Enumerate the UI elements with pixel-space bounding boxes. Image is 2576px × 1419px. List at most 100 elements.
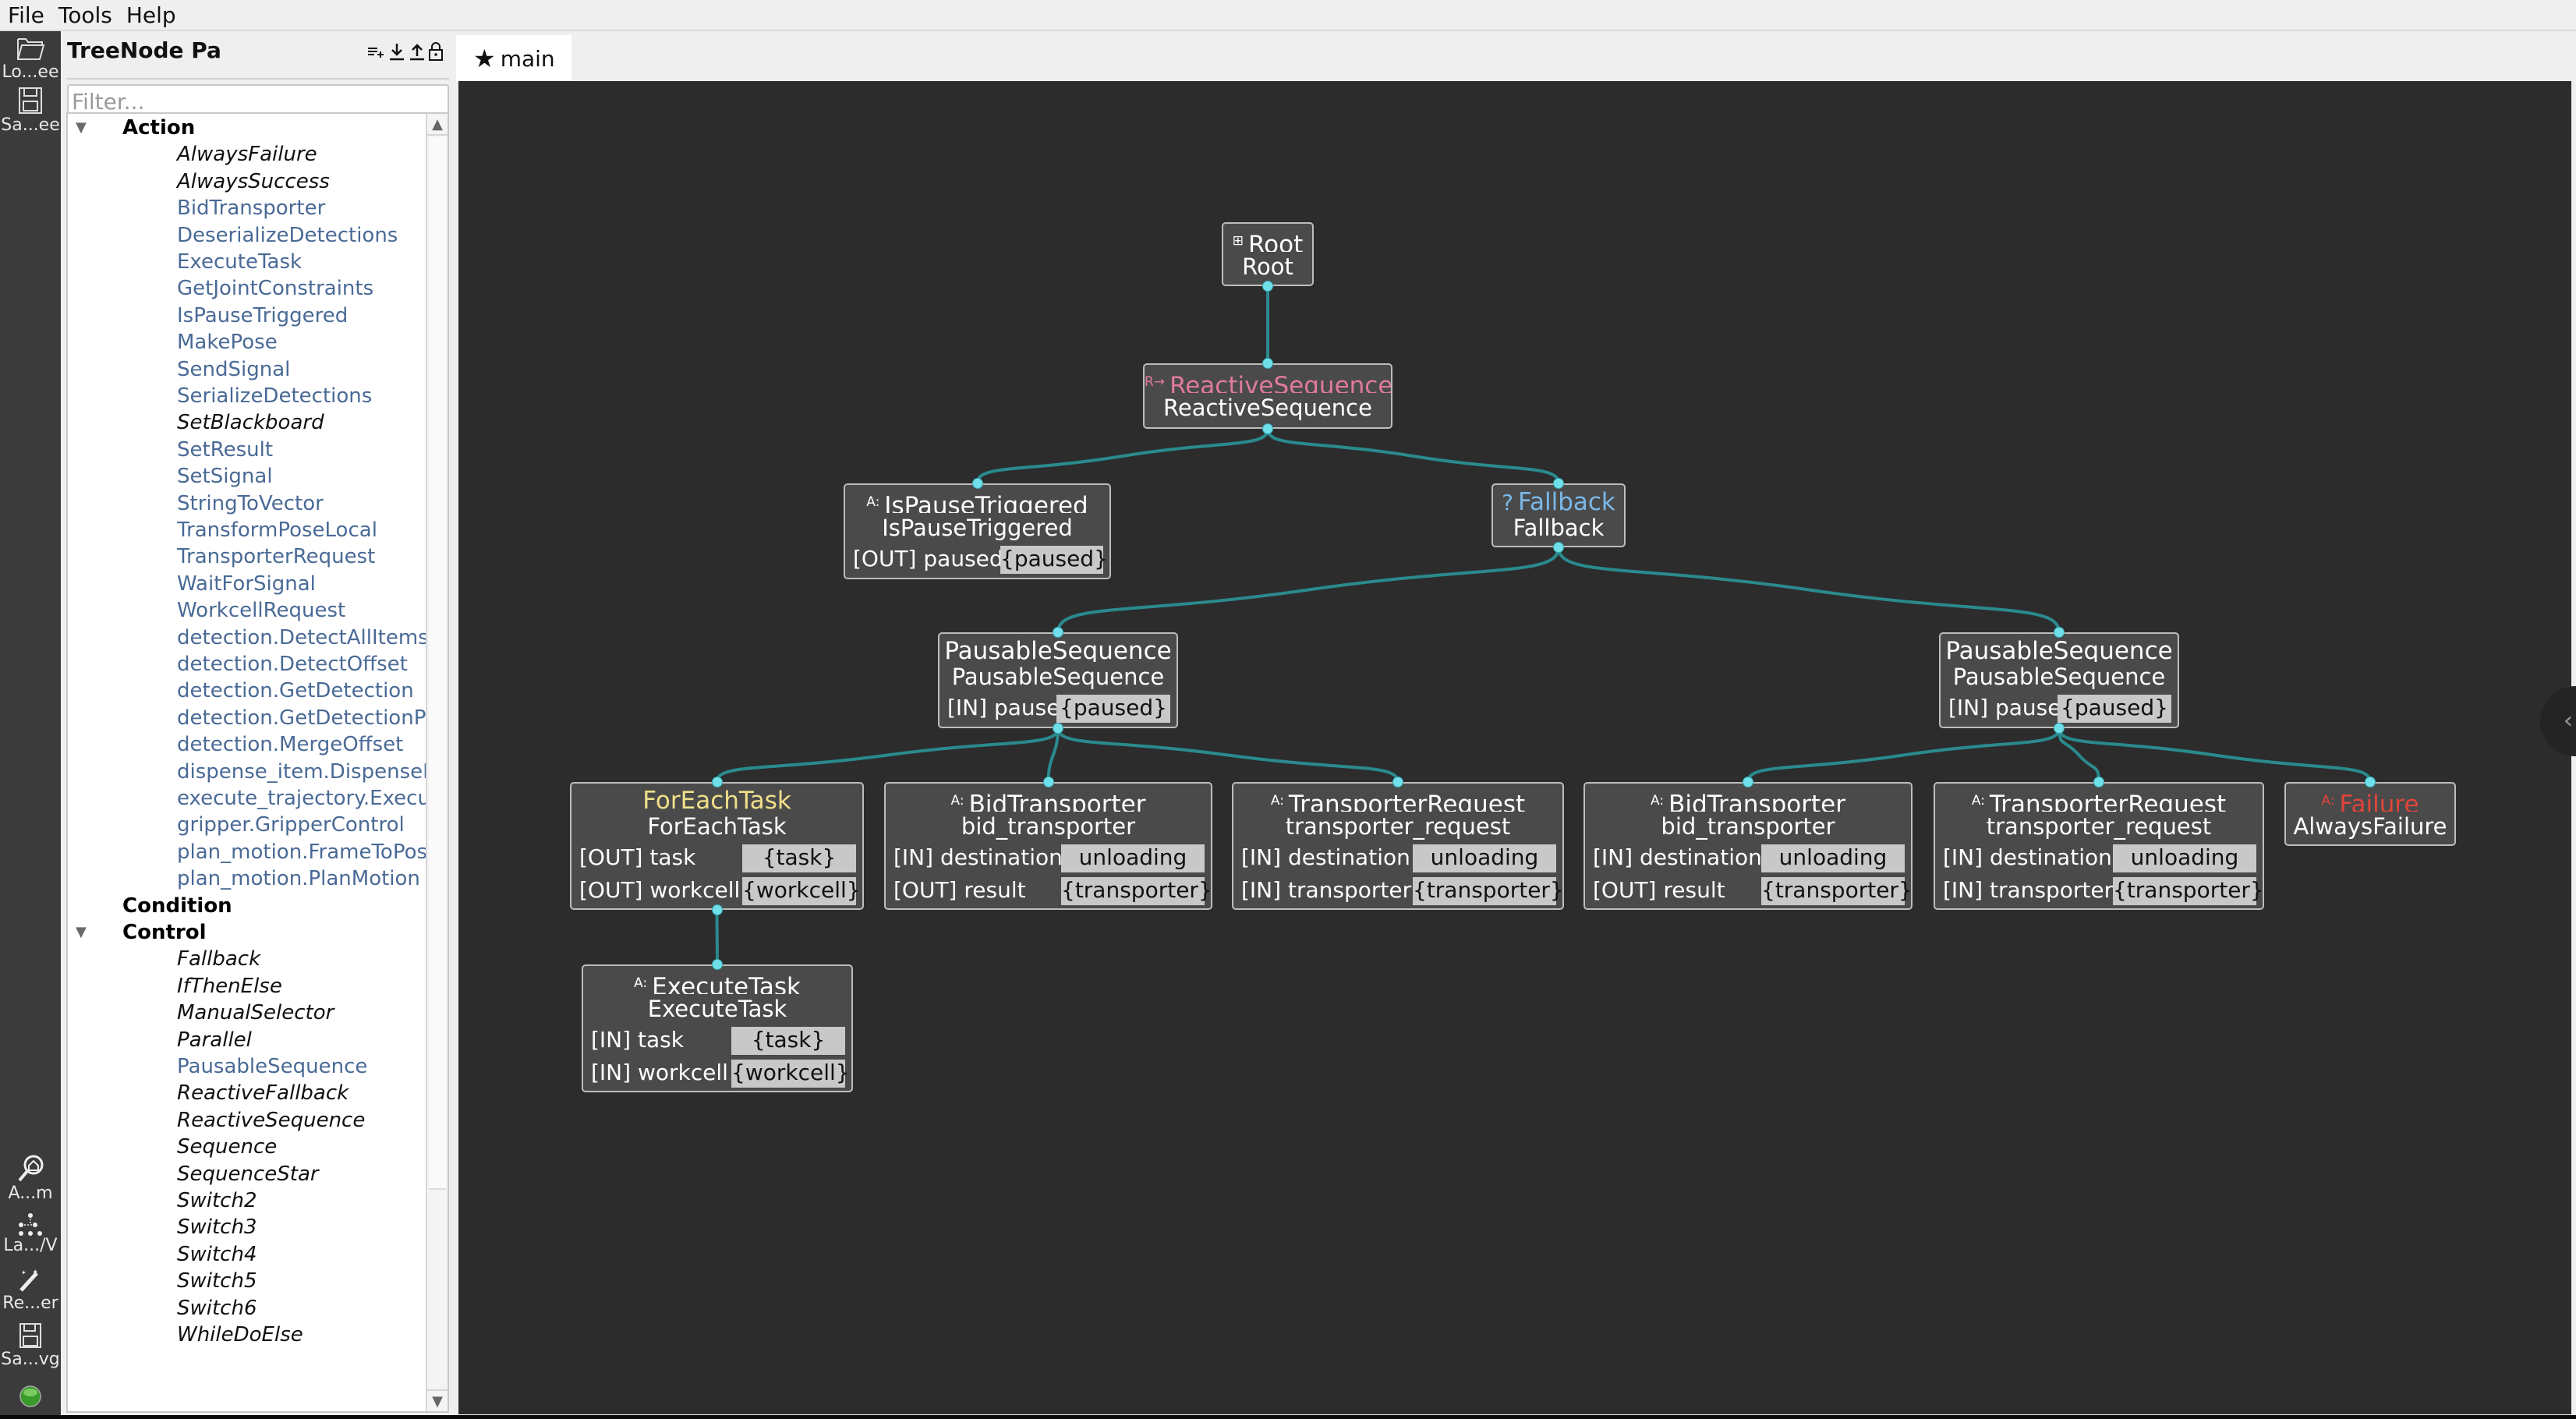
port-value-field[interactable]: {workcell} [742, 877, 861, 905]
palette-item[interactable]: SetBlackboard [68, 409, 324, 437]
layout-button[interactable]: La.../V [0, 1212, 61, 1255]
palette-item[interactable]: SerializeDetections [68, 382, 372, 410]
tree-node-ispause[interactable]: A: IsPauseTriggered IsPauseTriggered [OUT] … [844, 483, 1111, 579]
palette-category-control[interactable]: ▼ Control [68, 918, 206, 947]
port-in-dot[interactable] [1392, 777, 1403, 787]
tree-node-fail[interactable]: A: Failure AlwaysFailure [2284, 782, 2456, 846]
port-out-dot[interactable] [1262, 423, 1273, 434]
palette-item[interactable]: dispense_item.DispenseItem [68, 758, 448, 786]
palette-item[interactable]: TransporterRequest [68, 543, 375, 571]
scroll-up-arrow-icon[interactable]: ▲ [427, 114, 448, 136]
palette-item[interactable]: DeserializeDetections [68, 221, 398, 249]
tree-node-exec[interactable]: A: ExecuteTask ExecuteTask [IN] task {task}[… [582, 964, 853, 1092]
tree-node-ps2[interactable]: PausableSequence PausableSequence [IN] pau… [1939, 632, 2179, 728]
load-tree-button[interactable]: Lo...ee [0, 34, 61, 82]
palette-item[interactable]: ManualSelector [68, 999, 334, 1027]
port-in-dot[interactable] [2365, 777, 2376, 787]
tree-node-rseq[interactable]: R→ ReactiveSequence ReactiveSequence [1143, 363, 1392, 429]
save-svg-button[interactable]: Sa...vg [0, 1322, 61, 1369]
palette-item[interactable]: IfThenElse [68, 972, 282, 1000]
port-value-field[interactable]: {paused} [1000, 546, 1108, 574]
port-value-field[interactable]: {paused} [2058, 695, 2171, 723]
scroll-down-arrow-icon[interactable]: ▼ [427, 1389, 448, 1411]
port-out-dot[interactable] [711, 904, 723, 915]
port-value-field[interactable]: {workcell} [731, 1060, 850, 1088]
reorder-button[interactable]: ✦ ✦ Re...er [0, 1267, 61, 1313]
palette-item[interactable]: SequenceStar [68, 1160, 319, 1188]
port-in-dot[interactable] [1053, 627, 1063, 638]
palette-item[interactable]: ReactiveFallback [68, 1079, 349, 1107]
tree-node-bt2[interactable]: A: BidTransporter bid_transporter [IN] dest… [1583, 782, 1913, 910]
palette-item[interactable]: TransformPoseLocal [68, 516, 377, 544]
port-value-field[interactable]: unloading [1061, 844, 1205, 872]
palette-item[interactable]: PausableSequence [68, 1053, 367, 1081]
palette-item[interactable]: Fallback [68, 945, 260, 973]
palette-item[interactable]: BidTransporter [68, 194, 325, 222]
port-out-dot[interactable] [1262, 281, 1273, 292]
palette-item[interactable]: execute_trajectory.Execute... [68, 784, 448, 812]
save-tree-button[interactable]: Sa...ee [0, 86, 61, 135]
palette-item[interactable]: detection.GetDetection [68, 677, 414, 705]
tree-node-foreach[interactable]: ForEachTask ForEachTask [OUT] task {task} [O… [570, 782, 864, 910]
tree-node-bt1[interactable]: A: BidTransporter bid_transporter [IN] dest… [884, 782, 1212, 910]
port-out-dot[interactable] [2054, 723, 2065, 734]
palette-item[interactable]: WhileDoElse [68, 1321, 303, 1349]
port-out-dot[interactable] [1553, 542, 1564, 553]
tree-node-ps1[interactable]: PausableSequence PausableSequence [IN] pau… [938, 632, 1178, 728]
port-value-field[interactable]: {transporter} [1413, 877, 1564, 905]
palette-item[interactable]: WorkcellRequest [68, 596, 345, 625]
port-in-dot[interactable] [2054, 627, 2065, 638]
palette-item[interactable]: Parallel [68, 1026, 252, 1054]
port-value-field[interactable]: {task} [731, 1027, 845, 1055]
port-value-field[interactable]: unloading [2113, 844, 2256, 872]
palette-item[interactable]: ReactiveSequence [68, 1106, 365, 1134]
palette-item[interactable]: SetSignal [68, 462, 273, 490]
palette-item[interactable]: plan_motion.FrameToPose [68, 838, 440, 866]
palette-scrollbar[interactable]: ▲ ▼ [426, 114, 448, 1411]
port-in-dot[interactable] [1553, 478, 1564, 489]
port-in-dot[interactable] [971, 478, 983, 489]
palette-item[interactable]: Switch2 [68, 1187, 257, 1215]
tree-canvas[interactable]: ⊞ Root Root R→ ReactiveSequence ReactiveSeque… [458, 81, 2571, 1414]
palette-item[interactable]: MakePose [68, 328, 278, 356]
menu-help[interactable]: Help [126, 2, 176, 28]
palette-item[interactable]: Switch4 [68, 1240, 257, 1269]
palette-item[interactable]: Switch6 [68, 1294, 257, 1322]
port-value-field[interactable]: {transporter} [1761, 877, 1913, 905]
port-value-field[interactable]: {transporter} [2113, 877, 2264, 905]
port-in-dot[interactable] [2093, 777, 2104, 787]
palette-item[interactable]: detection.GetDetectionPose [68, 704, 448, 732]
palette-item[interactable]: Switch5 [68, 1267, 257, 1295]
zoom-home-button[interactable]: A...m [0, 1154, 61, 1203]
palette-item[interactable]: StringToVector [68, 490, 324, 518]
palette-item[interactable]: AlwaysSuccess [68, 168, 330, 196]
palette-item[interactable]: plan_motion.PlanMotion [68, 865, 420, 893]
palette-item[interactable]: Sequence [68, 1133, 277, 1161]
port-value-field[interactable]: {task} [742, 844, 856, 872]
tab-main[interactable]: ★ main [456, 35, 571, 82]
palette-item[interactable]: ExecuteTask [68, 248, 302, 276]
lock-icon[interactable] [427, 41, 444, 62]
palette-item[interactable]: SendSignal [68, 356, 290, 384]
palette-category-condition[interactable]: Condition [68, 892, 232, 920]
port-in-dot[interactable] [711, 777, 723, 787]
palette-item[interactable]: detection.DetectOffset [68, 650, 408, 678]
palette-item[interactable]: IsPauseTriggered [68, 302, 348, 330]
port-out-dot[interactable] [1053, 723, 1063, 734]
palette-category-action[interactable]: ▼ Action [68, 114, 195, 142]
palette-item[interactable]: Switch3 [68, 1213, 257, 1241]
expand-arrow-icon[interactable]: ▼ [76, 114, 87, 142]
tree-node-tr2[interactable]: A: TransporterRequest transporter_request[… [1934, 782, 2264, 910]
port-value-field[interactable]: unloading [1413, 844, 1556, 872]
menu-tools[interactable]: Tools [58, 2, 112, 28]
tree-node-root[interactable]: ⊞ Root Root [1222, 222, 1314, 286]
add-list-icon[interactable] [366, 41, 384, 62]
download-icon[interactable] [388, 41, 405, 62]
port-in-dot[interactable] [1042, 777, 1054, 787]
tree-node-tr1[interactable]: A: TransporterRequest transporter_request[… [1232, 782, 1564, 910]
port-in-dot[interactable] [1743, 777, 1753, 787]
scroll-thumb[interactable] [429, 137, 446, 1190]
palette-item[interactable]: GetJointConstraints [68, 274, 373, 303]
palette-item[interactable]: AlwaysFailure [68, 140, 317, 168]
palette-item[interactable]: gripper.GripperControl [68, 811, 405, 839]
